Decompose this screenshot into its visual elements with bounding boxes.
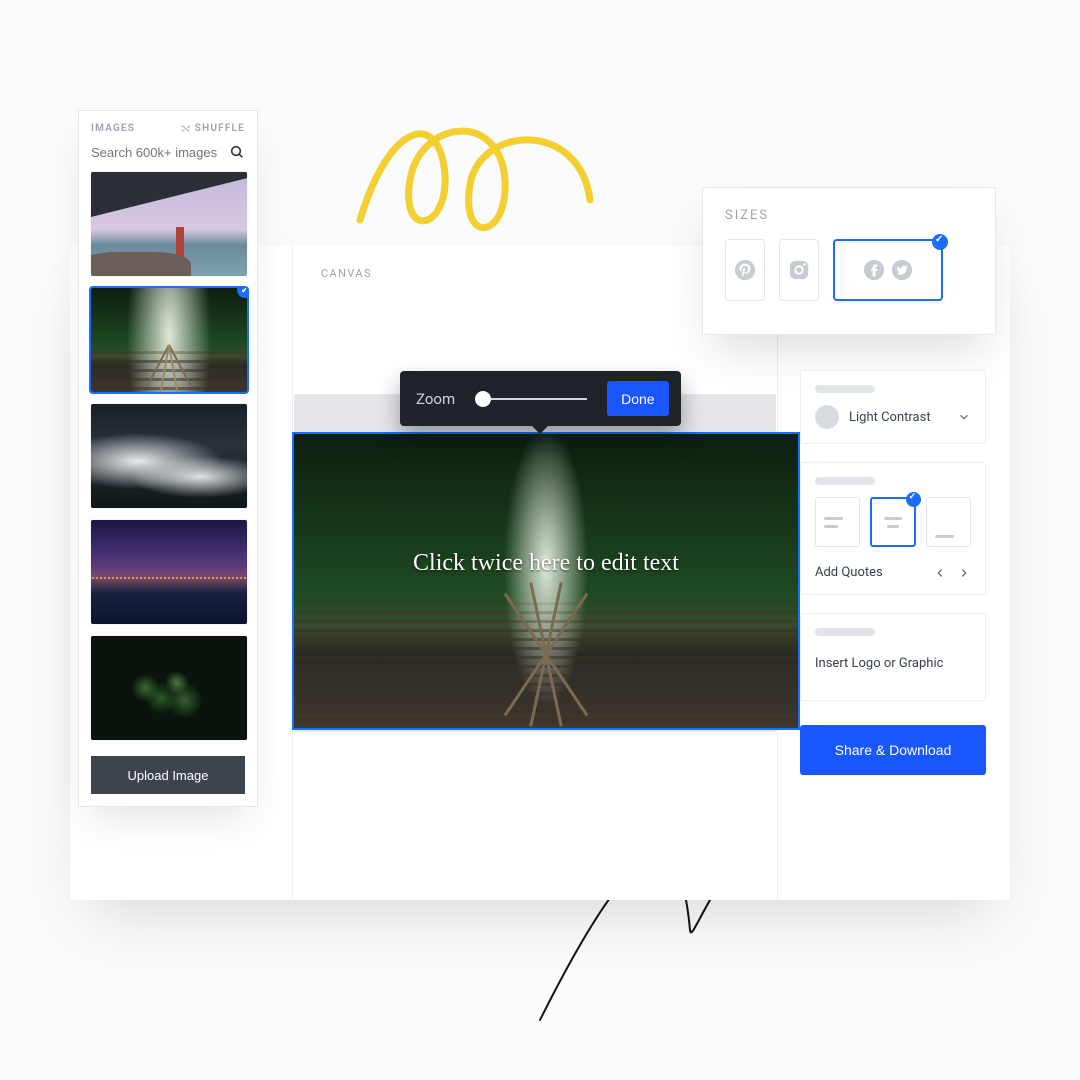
pinterest-icon [734, 259, 756, 281]
image-thumb-city-sunset[interactable] [91, 520, 247, 624]
selected-check-icon [932, 234, 948, 250]
canvas-header-label: CANVAS [321, 267, 372, 280]
images-panel: IMAGES SHUFFLE Upload Image [78, 110, 258, 807]
zoom-label: Zoom [416, 390, 455, 408]
search-icon[interactable] [229, 144, 245, 160]
zoom-slider[interactable] [475, 398, 587, 400]
search-input[interactable] [91, 145, 221, 160]
shuffle-icon [180, 123, 191, 134]
chevron-down-icon [957, 410, 971, 424]
zoom-slider-knob[interactable] [475, 391, 491, 407]
upload-image-button[interactable]: Upload Image [91, 756, 245, 794]
images-panel-title: IMAGES [91, 123, 135, 134]
quotes-next-button[interactable] [957, 566, 971, 580]
section-label-placeholder [815, 628, 875, 636]
canvas-slide[interactable]: Click twice here to edit text [294, 394, 776, 732]
zoom-toolbar: Zoom Done [400, 371, 681, 426]
facebook-icon [863, 259, 885, 281]
canvas-selected-image[interactable] [294, 434, 798, 728]
align-tile-bottom[interactable] [926, 497, 971, 547]
align-tile-top-left[interactable] [815, 497, 860, 547]
shuffle-button[interactable]: SHUFFLE [180, 123, 245, 134]
contrast-label: Light Contrast [849, 410, 947, 425]
decorative-yellow-scribble [350, 80, 610, 250]
insert-logo-button[interactable]: Insert Logo or Graphic [815, 636, 971, 690]
canvas-text-placeholder[interactable]: Click twice here to edit text [294, 550, 798, 577]
sizes-popup: SIZES [702, 187, 996, 335]
image-thumb-railway[interactable] [91, 288, 247, 392]
section-label-placeholder [815, 477, 875, 485]
contrast-dropdown[interactable]: Light Contrast [815, 405, 971, 429]
contrast-card: Light Contrast [800, 370, 986, 444]
insert-card-section: Insert Logo or Graphic [800, 613, 986, 701]
size-tile-pinterest[interactable] [725, 239, 765, 301]
sizes-title: SIZES [725, 208, 973, 223]
selected-check-icon [237, 288, 247, 298]
zoom-done-button[interactable]: Done [607, 381, 668, 416]
alignment-quotes-card: Add Quotes [800, 462, 986, 595]
image-thumb-fog-mountains[interactable] [91, 404, 247, 508]
twitter-icon [891, 259, 913, 281]
right-panel: Light Contrast Add Quotes Insert Logo or… [800, 370, 986, 775]
selected-check-icon [906, 492, 921, 507]
section-label-placeholder [815, 385, 875, 393]
contrast-swatch [815, 405, 839, 429]
instagram-icon [788, 259, 810, 281]
canvas-area: CANVAS R Click twice here to edit text [292, 246, 778, 900]
add-quotes-label: Add Quotes [815, 565, 923, 580]
size-tile-instagram[interactable] [779, 239, 819, 301]
size-tile-facebook-twitter[interactable] [833, 239, 943, 301]
share-download-button[interactable]: Share & Download [800, 725, 986, 775]
image-thumb-green-leaves[interactable] [91, 636, 247, 740]
image-thumb-bridge[interactable] [91, 172, 247, 276]
quotes-prev-button[interactable] [933, 566, 947, 580]
align-tile-center[interactable] [870, 497, 915, 547]
